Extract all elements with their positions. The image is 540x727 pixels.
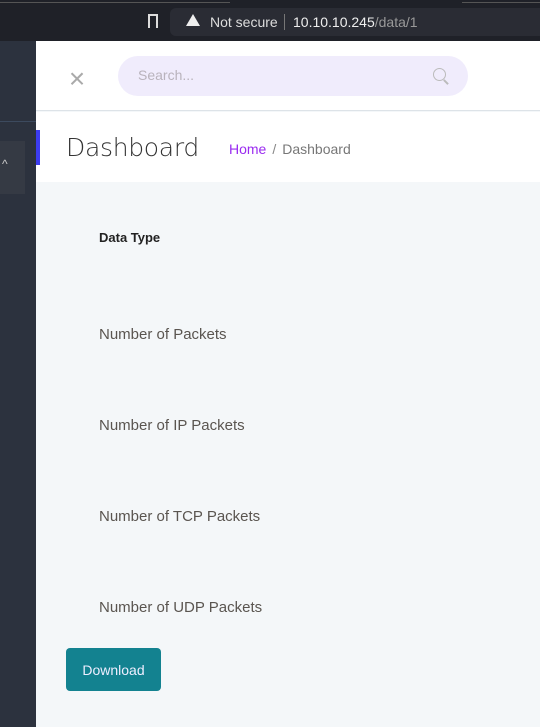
table-row: Number of Packets [99, 326, 227, 343]
warning-icon [186, 14, 200, 26]
search-icon[interactable] [433, 68, 446, 81]
sidebar: ^ [0, 41, 36, 727]
column-header: Data Type [99, 230, 161, 245]
tab[interactable] [0, 0, 230, 3]
table-row: Number of IP Packets [99, 417, 245, 434]
search-input[interactable] [138, 67, 418, 83]
page-header: Dashboard Home / Dashboard [36, 112, 540, 182]
breadcrumb-current: Dashboard [282, 141, 351, 157]
bookmark-icon[interactable] [148, 14, 158, 28]
chevron-up-icon: ^ [2, 157, 8, 171]
table-row: Number of UDP Packets [99, 599, 263, 616]
breadcrumb: Home / Dashboard [229, 141, 351, 157]
security-label[interactable]: Not secure [210, 14, 278, 30]
download-button[interactable]: Download [66, 648, 161, 691]
close-icon[interactable]: × [64, 65, 90, 93]
breadcrumb-home[interactable]: Home [229, 141, 266, 157]
url[interactable]: 10.10.10.245/data/1 [293, 14, 418, 30]
main-content: × Dashboard Home/Dashboard Data Type Num… [36, 41, 540, 727]
page-title: Dashboard [66, 133, 199, 162]
sidebar-collapse-item[interactable]: ^ [0, 141, 25, 194]
tab[interactable] [462, 0, 540, 3]
top-bar: × [36, 41, 540, 111]
table-row: Number of TCP Packets [99, 508, 261, 525]
search-box [118, 56, 468, 96]
browser-toolbar: Not secure 10.10.10.245/data/1 [0, 0, 540, 41]
